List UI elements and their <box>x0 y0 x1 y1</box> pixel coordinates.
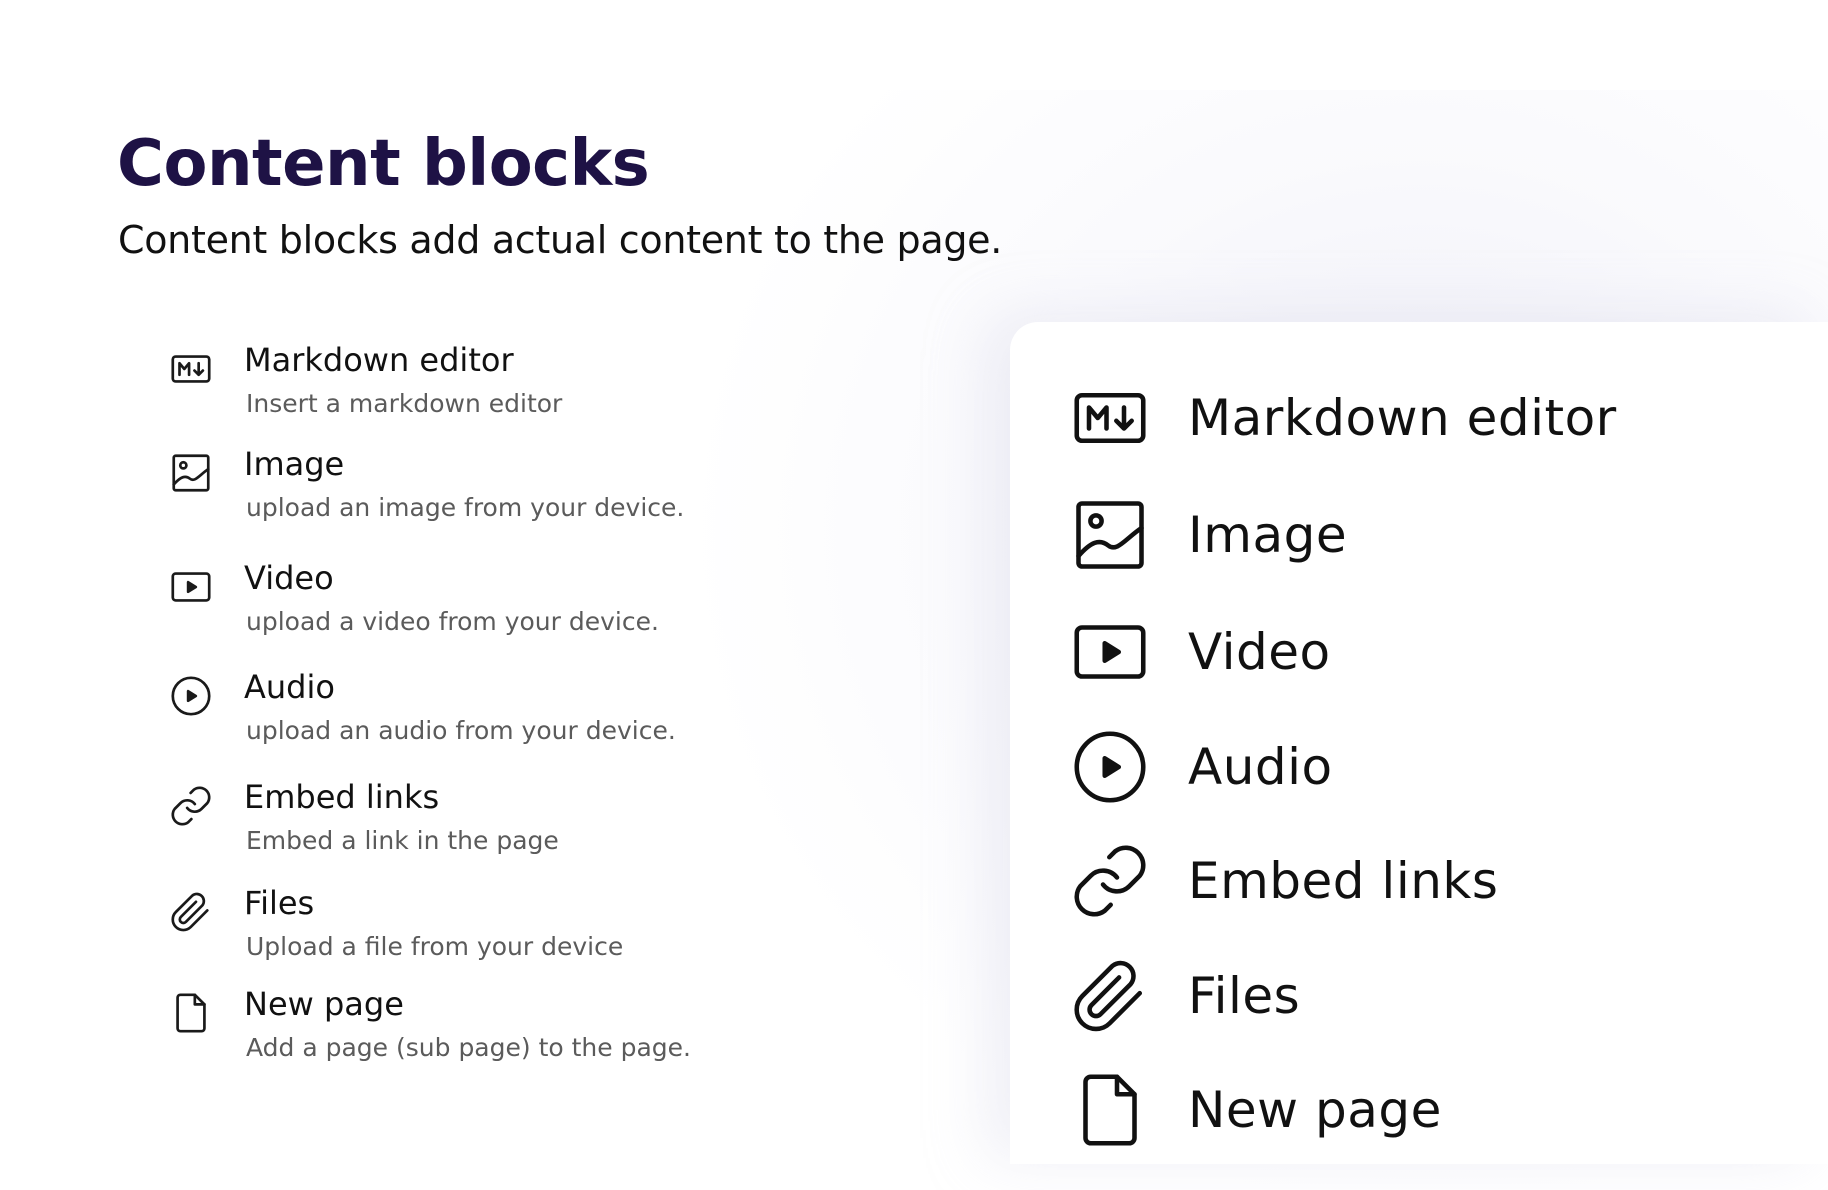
markdown-icon <box>168 346 214 392</box>
block-description: Embed a link in the page <box>246 826 559 855</box>
block-item-files[interactable]: Files Upload a file from your device <box>168 883 808 973</box>
video-icon <box>168 564 214 610</box>
menu-item-label: Markdown editor <box>1188 389 1617 447</box>
menu-item-label: Video <box>1188 623 1331 681</box>
block-title: Embed links <box>244 778 440 816</box>
link-icon <box>1068 839 1152 923</box>
markdown-icon <box>1068 376 1152 460</box>
block-title: Image <box>244 445 345 483</box>
menu-item-video[interactable]: Video <box>1068 610 1788 710</box>
block-item-video[interactable]: Video upload a video from your device. <box>168 558 808 648</box>
menu-item-new-page[interactable]: New page <box>1068 1068 1788 1168</box>
block-description: upload an image from your device. <box>246 493 685 522</box>
block-title: New page <box>244 985 404 1023</box>
block-title: Audio <box>244 668 335 706</box>
menu-item-files[interactable]: Files <box>1068 954 1788 1054</box>
block-description: Add a page (sub page) to the page. <box>246 1033 691 1062</box>
page-title: Content blocks <box>117 127 650 201</box>
menu-item-label: Files <box>1188 967 1301 1025</box>
block-title: Markdown editor <box>244 341 514 379</box>
block-item-embed-links[interactable]: Embed links Embed a link in the page <box>168 777 808 867</box>
page-subtitle: Content blocks add actual content to the… <box>118 218 1003 262</box>
menu-item-embed-links[interactable]: Embed links <box>1068 839 1788 939</box>
paperclip-icon <box>1068 954 1152 1038</box>
block-item-new-page[interactable]: New page Add a page (sub page) to the pa… <box>168 984 808 1074</box>
menu-item-image[interactable]: Image <box>1068 493 1788 593</box>
block-item-audio[interactable]: Audio upload an audio from your device. <box>168 667 808 757</box>
menu-item-audio[interactable]: Audio <box>1068 725 1788 825</box>
image-icon <box>168 450 214 496</box>
link-icon <box>168 783 214 829</box>
block-item-markdown[interactable]: Markdown editor Insert a markdown editor <box>168 340 808 430</box>
block-item-image[interactable]: Image upload an image from your device. <box>168 444 808 534</box>
block-title: Video <box>244 559 334 597</box>
audio-icon <box>168 673 214 719</box>
block-description: upload a video from your device. <box>246 607 659 636</box>
menu-item-label: Embed links <box>1188 852 1499 910</box>
video-icon <box>1068 610 1152 694</box>
menu-item-markdown[interactable]: Markdown editor <box>1068 376 1788 476</box>
menu-item-label: Image <box>1188 506 1348 564</box>
file-icon <box>1068 1068 1152 1152</box>
block-description: Upload a file from your device <box>246 932 624 961</box>
block-description: upload an audio from your device. <box>246 716 676 745</box>
block-menu-panel: Markdown editor Image Video Audio Embed … <box>1010 322 1828 1164</box>
paperclip-icon <box>168 889 214 935</box>
audio-icon <box>1068 725 1152 809</box>
image-icon <box>1068 493 1152 577</box>
block-description: Insert a markdown editor <box>246 389 563 418</box>
menu-item-label: Audio <box>1188 738 1333 796</box>
block-title: Files <box>244 884 315 922</box>
menu-item-label: New page <box>1188 1081 1442 1139</box>
file-icon <box>168 990 214 1036</box>
